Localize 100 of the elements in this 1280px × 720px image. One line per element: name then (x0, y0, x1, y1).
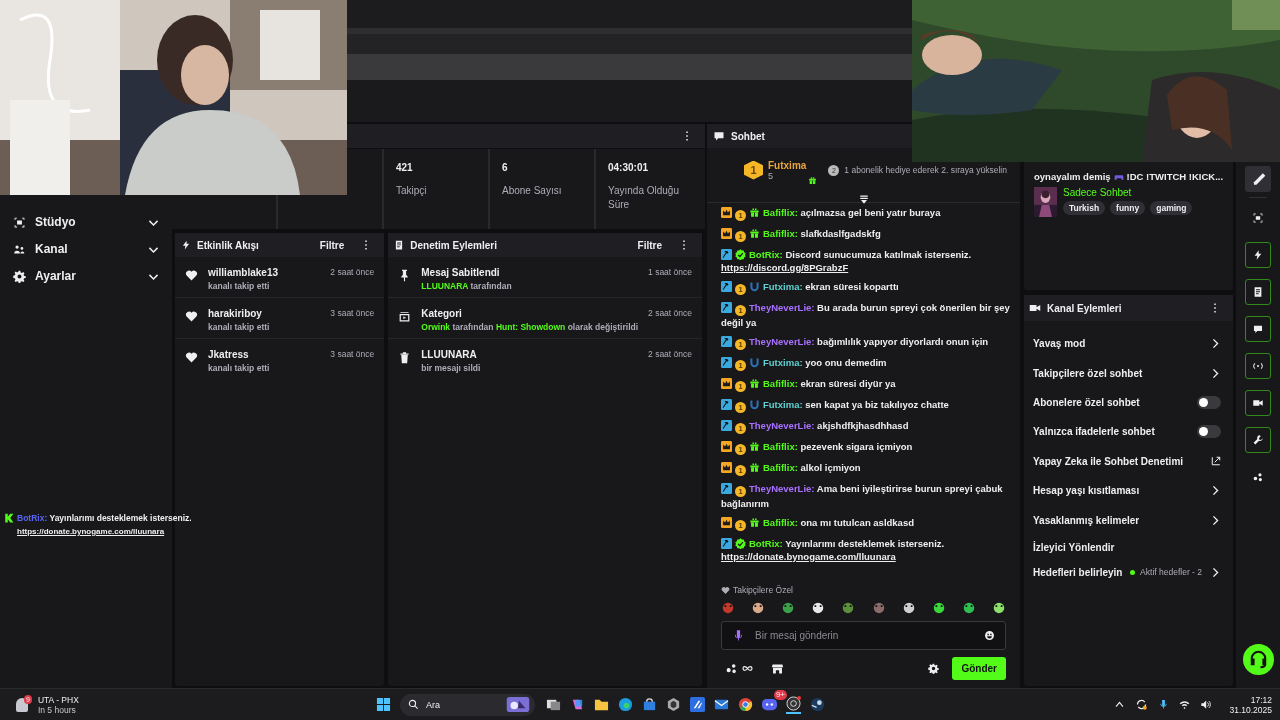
sidebar-item[interactable]: Stüdyo (13, 213, 160, 231)
folder-icon[interactable] (594, 697, 609, 712)
action-title: LLUUNARA (421, 349, 478, 360)
chat-icon (713, 130, 725, 142)
chrome-icon[interactable] (738, 697, 753, 712)
camera-icon[interactable] (1245, 390, 1271, 416)
browser-icon[interactable] (618, 697, 633, 712)
windows-icon[interactable] (376, 697, 391, 712)
channel-action-item[interactable]: Yasaklanmış kelimeler (1024, 505, 1233, 535)
shield-icon (749, 399, 760, 410)
pencil-icon[interactable] (1245, 166, 1271, 192)
clock-time[interactable]: 17:12 (1250, 694, 1272, 705)
emoji-icon[interactable] (984, 630, 995, 641)
tag-chip[interactable]: Turkish (1063, 201, 1106, 215)
sync-icon[interactable] (1135, 698, 1149, 711)
speaker-icon[interactable] (1200, 699, 1212, 710)
sidebar-item[interactable]: Kanal (13, 240, 160, 258)
crown-icon (721, 441, 732, 452)
leader-name: Futxima (768, 159, 807, 171)
notification-badge: 9+ (773, 690, 787, 700)
hammer-icon (721, 483, 732, 494)
wifi-icon[interactable] (1179, 699, 1191, 710)
mail-icon[interactable] (714, 697, 729, 712)
app-icon[interactable] (690, 697, 705, 712)
chat-link[interactable]: https://discord.gg/8PGrabzF (721, 262, 849, 273)
follower-name: harakiriboy (208, 308, 263, 319)
event-detail: kanalı takip etti (208, 281, 271, 291)
crown-icon (721, 462, 732, 473)
chat-message: BotRix: Yayınlarımı desteklemek isterseniz. https://donate.bynogame.com/lluunara (721, 537, 946, 563)
chat-icon[interactable] (1245, 316, 1271, 342)
hexagon-icon[interactable] (666, 697, 681, 712)
chevron-right-icon (1210, 338, 1221, 350)
message-field[interactable]: Bir mesaj gönderin (721, 621, 1006, 650)
clock-date[interactable]: 31.10.2025 (1229, 704, 1272, 715)
discord-icon[interactable] (762, 697, 777, 712)
headset-icon[interactable] (1242, 644, 1274, 675)
panel-title: Denetim Eylemleri (410, 239, 498, 251)
filter-button[interactable]: Filtre (637, 239, 662, 251)
send-button[interactable]: Gönder (952, 657, 1006, 680)
rank-badge: 1 (744, 160, 763, 180)
obs-icon[interactable] (786, 695, 801, 714)
shield-icon (749, 281, 760, 292)
emote-icon[interactable] (751, 600, 766, 614)
bot-icon (4, 513, 14, 523)
channel-action-item[interactable]: Hesap yaşı kısıtlaması (1024, 475, 1233, 506)
action-detail: LLUUNARA tarafından (421, 281, 513, 291)
gift-count: 5 (768, 170, 774, 181)
emote-icon[interactable] (961, 600, 976, 614)
channel-action-item[interactable]: Abonelere özel sohbet (1024, 387, 1233, 418)
channel-action-item[interactable]: Hedefleri belirleyin Aktif hedefler - 2 (1024, 559, 1233, 585)
event-time: 2 saat önce (648, 308, 692, 318)
action-detail: Orwink tarafından Hunt: Showdown olarak değiştirildi (421, 322, 639, 332)
channel-action-item[interactable]: Yapay Zeka ile Sohbet Denetimi (1024, 446, 1233, 476)
filter-button[interactable]: Filtre (319, 239, 345, 251)
emote-icon[interactable] (901, 600, 916, 614)
channel-action-item[interactable]: Takipçilere özel sohbet (1024, 358, 1233, 388)
channel-action-item[interactable]: Yavaş mod (1024, 329, 1233, 359)
task-view-icon[interactable] (546, 697, 561, 712)
chevron-up-icon[interactable] (1114, 699, 1126, 710)
followers-only-label: Takipçilere Özel (733, 585, 793, 595)
store-icon[interactable] (771, 662, 784, 675)
emote-icon[interactable] (931, 600, 946, 614)
stat-value: 6 (502, 162, 509, 173)
dots-icon[interactable] (725, 662, 738, 675)
gift-icon (749, 441, 760, 452)
toggle-switch[interactable] (1197, 425, 1221, 439)
chat-message: BotRix: Yayınlarımı desteklemek isterseniz. https://donate.bynogame.com/lluunara (17, 512, 193, 538)
category-link[interactable]: Sadece Sohbet (1063, 187, 1193, 198)
event-detail: kanalı takip etti (208, 322, 271, 332)
search-field[interactable]: Ara (400, 693, 535, 716)
chat-link[interactable]: https://donate.bynogame.com/lluunara (721, 551, 896, 562)
settings-icon[interactable] (928, 663, 940, 674)
donation-link[interactable]: https://donate.bynogame.com/lluunara (17, 527, 165, 536)
message-input[interactable]: Bir mesaj gönderin (755, 630, 974, 641)
crown-icon (721, 517, 732, 528)
chevron-right-icon (1210, 485, 1221, 497)
crown-icon (721, 378, 732, 389)
external-link-icon (1211, 456, 1221, 467)
store-icon[interactable] (642, 697, 657, 712)
toggle-switch[interactable] (1197, 395, 1221, 409)
tag-chip[interactable]: gaming (1150, 201, 1193, 215)
chevron-right-icon (1210, 566, 1221, 578)
action-detail: bir mesajı sildi (421, 363, 482, 373)
sidebar-item[interactable]: Ayarlar (13, 267, 160, 285)
broadcast-icon[interactable] (1245, 353, 1271, 379)
tag-chip[interactable]: funny (1110, 201, 1146, 215)
wrench-icon[interactable] (1245, 427, 1271, 453)
document-icon[interactable] (1245, 279, 1271, 305)
steam-icon[interactable] (810, 697, 825, 712)
action-title: Kategori (421, 308, 463, 319)
emote-icon[interactable] (811, 600, 826, 614)
channel-action-item[interactable]: İzleyici Yönlendir (1024, 534, 1233, 560)
scroll-down-icon[interactable] (857, 194, 870, 206)
trash-icon (398, 351, 412, 364)
copilot-icon[interactable] (570, 697, 585, 712)
channel-action-item[interactable]: Yalnızca ifadelerle sohbet (1024, 417, 1233, 447)
lightning-icon[interactable] (1245, 242, 1271, 268)
emote-icon[interactable] (992, 600, 1006, 614)
weather-icon[interactable] (16, 697, 28, 712)
leader-note: 1 abonelik hediye ederek 2. sıraya yükselin (844, 165, 1007, 175)
